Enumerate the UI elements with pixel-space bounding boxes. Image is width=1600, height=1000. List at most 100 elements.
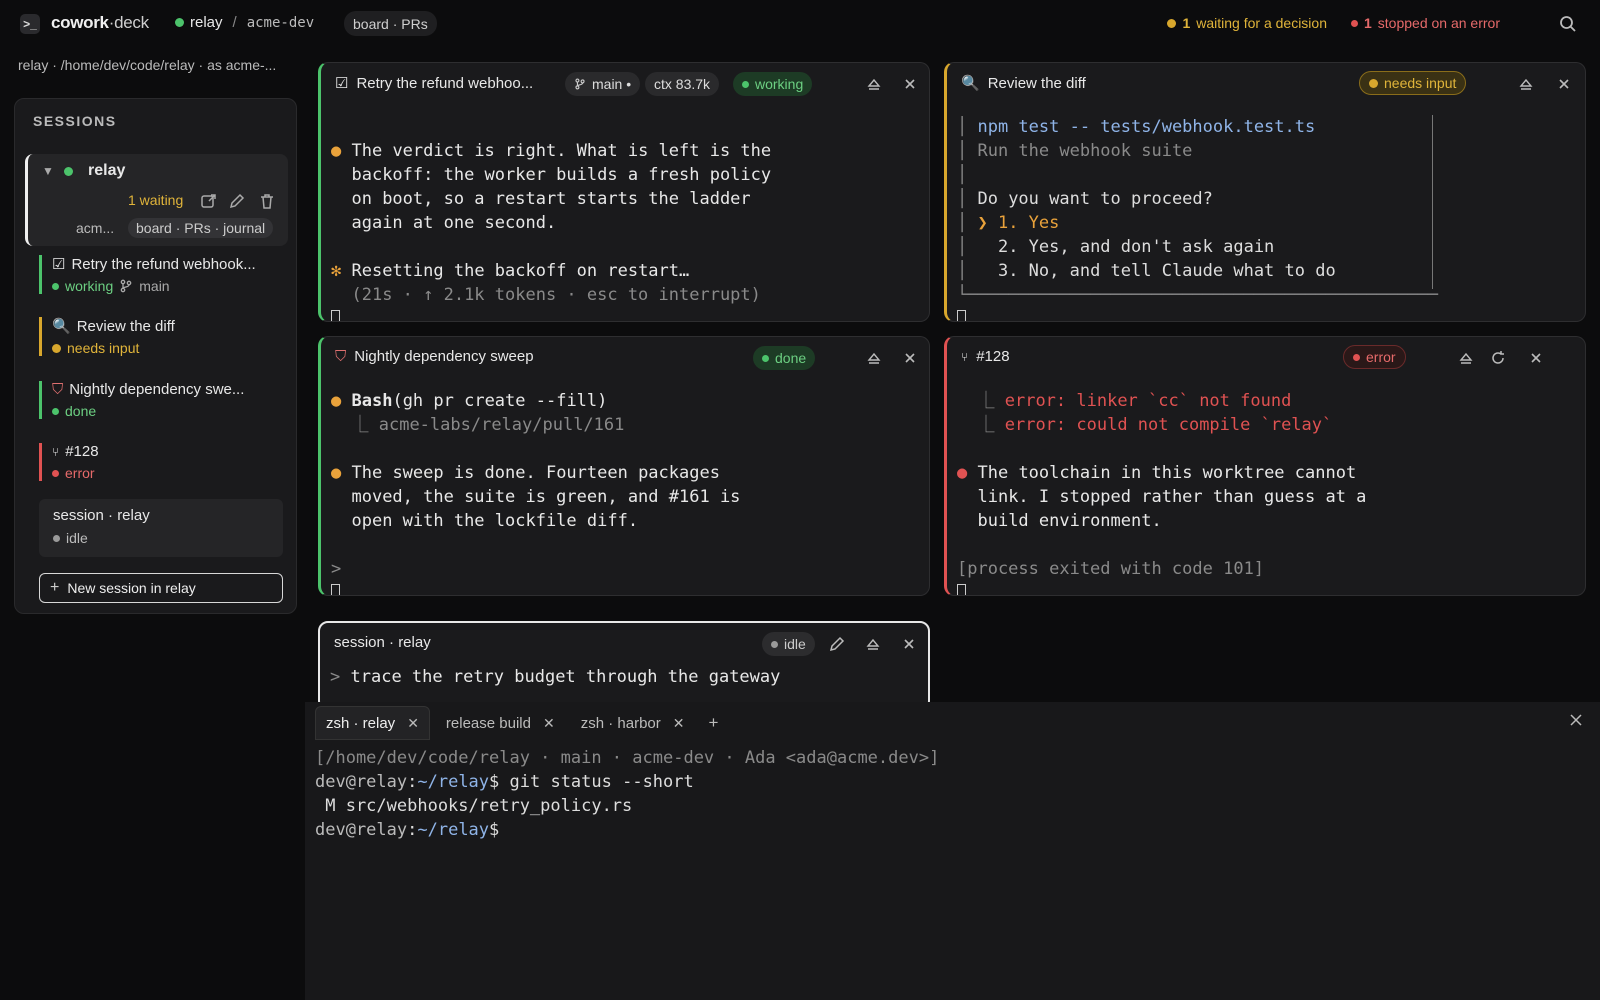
tab-release-build[interactable]: release build ✕ (436, 706, 565, 740)
status-dot (52, 407, 59, 415)
close-icon[interactable] (901, 75, 919, 93)
status-chip: needs input (1359, 71, 1467, 95)
error-line: error: could not compile `relay` (1004, 415, 1333, 435)
session-status: needs input (67, 340, 140, 356)
option-yes-always[interactable]: 2. Yes, and don't ask again (977, 237, 1274, 257)
terminal-header: [/home/dev/code/relay · main · acme-dev … (315, 748, 940, 768)
pane-pr-128[interactable]: ⑂ #128 error ⎿ error: linker `cc` not fou… (944, 336, 1586, 596)
project-name: relay (190, 14, 223, 31)
cursor (331, 310, 340, 321)
error-count: 1 (1364, 15, 1372, 31)
chevron-down-icon[interactable]: ▼ (42, 164, 54, 178)
close-icon[interactable] (900, 635, 918, 653)
status-label: done (775, 350, 807, 366)
app-name-bold: cowork (51, 13, 109, 32)
prompt-input[interactable]: > trace the retry budget through the gat… (330, 665, 918, 689)
dialog-description: Run the webhook suite (977, 141, 1193, 161)
tab-zsh-harbor[interactable]: zsh · harbor ✕ (571, 706, 695, 740)
close-icon[interactable]: ✕ (673, 715, 685, 732)
status-dot (52, 282, 59, 290)
prompt-path: ~/relay (417, 772, 490, 792)
search-icon[interactable] (1558, 14, 1578, 34)
status-dot (52, 469, 59, 477)
branch-icon (120, 279, 132, 293)
tab-label: zsh · relay (326, 714, 396, 732)
new-window-icon[interactable] (200, 192, 218, 210)
spinner-line: Resetting the backoff on restart… (351, 261, 690, 281)
status-chip: working (733, 72, 813, 96)
close-icon[interactable]: ✕ (407, 715, 419, 732)
status-dot (52, 343, 61, 353)
plus-icon: + (50, 579, 60, 596)
error-label: stopped on an error (1377, 15, 1500, 31)
terminal-tabs: zsh · relay ✕ release build ✕ zsh · harbor… (315, 706, 726, 742)
error-dot (1351, 19, 1358, 27)
new-session-label: New session in relay (67, 580, 196, 596)
error-alert[interactable]: 1 stopped on an error (1351, 15, 1500, 31)
restart-icon[interactable] (1489, 349, 1507, 367)
sidebar-session-review[interactable]: 🔍 Review the diff needs input (39, 317, 289, 356)
spinner-meta: (21s · ↑ 2.1k tokens · esc to interrupt) (351, 285, 761, 305)
pane-retry-refund[interactable]: ☑ Retry the refund webhoo... main • ctx 8… (318, 62, 930, 322)
app-name: cowork·deck (51, 13, 149, 33)
eject-icon[interactable] (865, 349, 883, 367)
eject-icon[interactable] (1517, 75, 1535, 93)
fork-icon: ⑂ (961, 349, 969, 364)
branch-label: main • (592, 76, 632, 92)
output-line: on boot, so a restart starts the ladder (351, 189, 751, 209)
pane-review-diff[interactable]: 🔍 Review the diff needs input │ npm test … (944, 62, 1586, 322)
close-icon[interactable] (1568, 712, 1584, 728)
pencil-icon[interactable] (828, 635, 846, 653)
sidebar-project-name: relay (88, 162, 126, 179)
prompt-colon: : (407, 820, 418, 840)
branch-icon (575, 78, 585, 90)
close-icon[interactable] (1527, 349, 1545, 367)
exit-status: [process exited with code 101] (957, 559, 1265, 579)
sidebar-session-128[interactable]: ⑂ #128 error (39, 443, 289, 481)
output-line: backoff: the worker builds a fresh polic… (351, 165, 772, 185)
option-yes[interactable]: ❯ 1. Yes (977, 213, 1059, 233)
project-account: acme-dev (246, 14, 315, 31)
eject-icon[interactable] (1457, 349, 1475, 367)
prompt-dollar: $ (489, 772, 500, 792)
pane-session-relay[interactable]: session · relay idle > trace the retry b… (318, 621, 930, 711)
option-no[interactable]: 3. No, and tell Claude what to do (977, 261, 1336, 281)
cursor (331, 584, 340, 595)
close-icon[interactable] (901, 349, 919, 367)
session-branch: main (139, 278, 170, 294)
close-icon[interactable]: ✕ (543, 715, 555, 732)
eject-icon[interactable] (864, 635, 882, 653)
project-switcher[interactable]: relay / acme-dev (175, 14, 314, 31)
terminal-output[interactable]: [/home/dev/code/relay · main · acme-dev … (315, 746, 939, 842)
sidebar-session-nightly[interactable]: ⛉ Nightly dependency swe... done (39, 381, 289, 419)
output-line: The toolchain in this worktree cannot (977, 463, 1357, 483)
view-switcher[interactable]: board · PRs (344, 11, 437, 36)
output-line: open with the lockfile diff. (351, 511, 639, 531)
tab-zsh-relay[interactable]: zsh · relay ✕ (315, 706, 430, 740)
prompt-text: trace the retry budget through the gatew… (350, 667, 781, 687)
terminal-panel[interactable]: zsh · relay ✕ release build ✕ zsh · harbor… (305, 702, 1600, 1000)
pane-nightly-sweep[interactable]: ⛉ Nightly dependency sweep done ● Bash(gh… (318, 336, 930, 596)
pencil-icon[interactable] (228, 192, 246, 210)
pane-title: session · relay (334, 634, 431, 651)
pane-title: #128 (976, 348, 1010, 365)
project-status-dot (64, 167, 73, 176)
shield-icon: ⛉ (52, 381, 64, 398)
add-tab-button[interactable]: + (701, 706, 727, 740)
sidebar-project-relay[interactable]: ▼ relay 1 waiting acm... board · PRs · j… (25, 154, 288, 246)
trash-icon[interactable] (258, 192, 276, 210)
breadcrumb: relay · /home/dev/code/relay · as acme-.… (18, 57, 277, 73)
sidebar-session-retry[interactable]: ☑ Retry the refund webhook... working mai… (39, 255, 289, 294)
waiting-alert[interactable]: 1 waiting for a decision (1167, 15, 1327, 31)
status-dot (53, 534, 60, 542)
close-icon[interactable] (1555, 75, 1573, 93)
tool-output: acme-labs/relay/pull/161 (378, 415, 625, 435)
pane-title: Review the diff (987, 74, 1086, 92)
eject-icon[interactable] (865, 75, 883, 93)
new-session-button[interactable]: + New session in relay (39, 573, 283, 603)
project-views[interactable]: board · PRs · journal (128, 218, 274, 238)
status-dot (771, 640, 778, 648)
sidebar-title: SESSIONS (33, 113, 117, 129)
cursor (957, 310, 966, 321)
sidebar-session-idle[interactable]: session · relay idle (39, 499, 283, 557)
